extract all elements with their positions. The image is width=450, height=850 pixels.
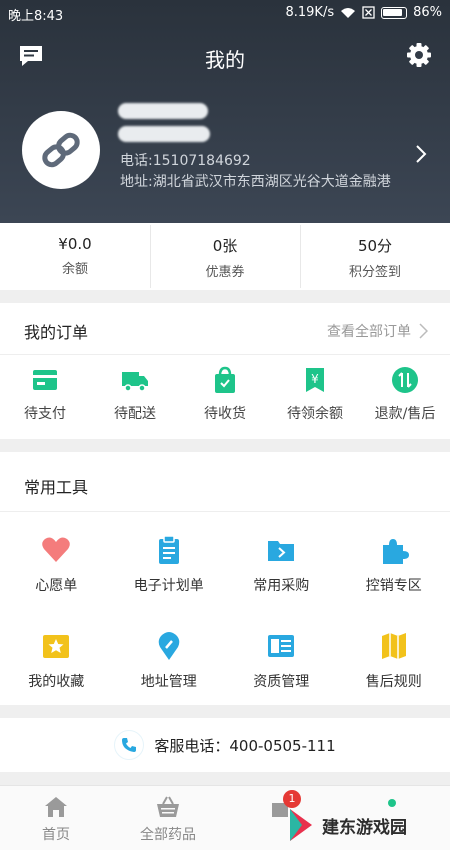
certificate-icon — [268, 635, 295, 657]
refund-icon — [392, 367, 418, 393]
tool-label: 电子计划单 — [133, 578, 204, 594]
stat-balance[interactable]: ¥0.0 余额 — [0, 223, 150, 290]
location-icon — [158, 632, 180, 660]
section-title: 常用工具 — [24, 478, 89, 497]
user-company-redacted — [118, 126, 210, 142]
tool-label: 地址管理 — [140, 674, 197, 690]
stat-value: 50分 — [357, 237, 393, 255]
order-refund[interactable]: 退款/售后 — [360, 355, 450, 439]
account-stats: ¥0.0 余额 0张 优惠券 50分 积分签到 — [0, 223, 450, 290]
page-title: 我的 — [205, 48, 245, 72]
tool-frequent-purchase[interactable]: 常用采购 — [225, 512, 338, 608]
stat-value: 0张 — [212, 237, 238, 255]
tool-label: 控销专区 — [365, 578, 422, 594]
orders-header: 我的订单 查看全部订单 — [0, 303, 450, 355]
wifi-icon — [341, 7, 356, 18]
order-pending-balance[interactable]: ¥ 待领余额 — [270, 355, 360, 439]
tools-section: 常用工具 心愿单 电子计划单 常用采购 控销专区 我的收藏 地址管理 资质管理 … — [0, 452, 450, 705]
customer-service-bar[interactable]: 客服电话：400-0505-111 — [0, 718, 450, 772]
nav-all-drugs[interactable]: 全部药品 — [112, 786, 224, 850]
phone-icon — [114, 730, 145, 760]
stat-label: 余额 — [61, 262, 88, 277]
battery-icon — [381, 6, 408, 19]
order-pending-receipt[interactable]: 待收货 — [180, 355, 270, 439]
svg-text:¥: ¥ — [311, 372, 319, 386]
home-icon — [45, 797, 67, 817]
nav-label: 首页 — [42, 827, 70, 843]
nav-label: 全部药品 — [140, 827, 196, 843]
nav-home[interactable]: 首页 — [0, 786, 112, 850]
card-icon — [33, 370, 57, 390]
star-icon — [43, 635, 70, 658]
order-label: 待收货 — [204, 406, 246, 422]
watermark-text: 建东游戏园 — [322, 817, 407, 838]
section-title: 我的订单 — [24, 323, 89, 342]
avatar[interactable] — [22, 111, 100, 189]
chevron-right-icon[interactable] — [414, 144, 428, 164]
tool-after-sales-rules[interactable]: 售后规则 — [338, 608, 450, 704]
user-address: 地址:湖北省武汉市东西湖区光谷大道金融港 — [120, 174, 391, 190]
sim-icon — [362, 6, 375, 19]
gear-icon[interactable] — [406, 42, 432, 68]
tool-label: 售后规则 — [365, 674, 422, 690]
order-label: 待支付 — [24, 406, 66, 422]
stat-points[interactable]: 50分 积分签到 — [300, 223, 450, 290]
watermark: 建东游戏园 — [286, 800, 450, 850]
tool-label: 我的收藏 — [28, 674, 85, 690]
user-phone: 电话:15107184692 — [120, 153, 251, 169]
status-time: 晚上8:43 — [8, 9, 64, 24]
stat-label: 积分签到 — [348, 265, 401, 280]
orders-section: 我的订单 查看全部订单 待支付 待配送 待收货 ¥ 待领余额 退款/售后 — [0, 303, 450, 439]
bag-icon — [215, 366, 235, 393]
heart-icon — [42, 537, 71, 562]
avatar-logo-icon — [42, 132, 80, 168]
order-pending-payment[interactable]: 待支付 — [0, 355, 90, 439]
watermark-logo-icon — [290, 809, 312, 841]
customer-service-phone: 客服电话：400-0505-111 — [154, 736, 336, 755]
top-bar: 我的 — [0, 36, 450, 76]
order-label: 待领余额 — [287, 406, 343, 422]
stat-coupons[interactable]: 0张 优惠券 — [150, 223, 300, 290]
tool-wishlist[interactable]: 心愿单 — [0, 512, 113, 608]
chevron-right-icon — [419, 323, 428, 339]
tools-header: 常用工具 — [0, 452, 450, 512]
stat-label: 优惠券 — [205, 265, 245, 280]
tool-label: 常用采购 — [253, 578, 310, 594]
status-bar: 晚上8:43 8.19K/s 86% — [0, 0, 450, 26]
folder-icon — [268, 541, 295, 561]
map-icon — [381, 633, 406, 659]
user-name-redacted — [118, 103, 208, 119]
order-label: 待配送 — [114, 406, 156, 422]
yen-icon: ¥ — [306, 368, 324, 392]
network-speed: 8.19K/s — [285, 5, 335, 20]
profile-header: 晚上8:43 8.19K/s 86% 我的 电话:15107184692 地址:… — [0, 0, 450, 223]
tool-label: 心愿单 — [35, 578, 78, 594]
view-all-label: 查看全部订单 — [327, 324, 411, 340]
puzzle-icon — [382, 539, 409, 564]
tool-favorites[interactable]: 我的收藏 — [0, 608, 113, 704]
order-label: 退款/售后 — [374, 406, 436, 422]
stat-value: ¥0.0 — [58, 235, 92, 253]
clipboard-icon — [158, 535, 179, 564]
order-pending-delivery[interactable]: 待配送 — [90, 355, 180, 439]
tool-qualification-management[interactable]: 资质管理 — [225, 608, 338, 704]
truck-icon — [122, 372, 148, 392]
view-all-orders-link[interactable]: 查看全部订单 — [327, 321, 428, 341]
tool-address-management[interactable]: 地址管理 — [113, 608, 226, 704]
tool-controlled-sales[interactable]: 控销专区 — [338, 512, 450, 608]
battery-level: 86% — [413, 5, 442, 20]
tool-label: 资质管理 — [253, 674, 310, 690]
basket-icon — [157, 796, 179, 817]
tool-plan-list[interactable]: 电子计划单 — [113, 512, 226, 608]
